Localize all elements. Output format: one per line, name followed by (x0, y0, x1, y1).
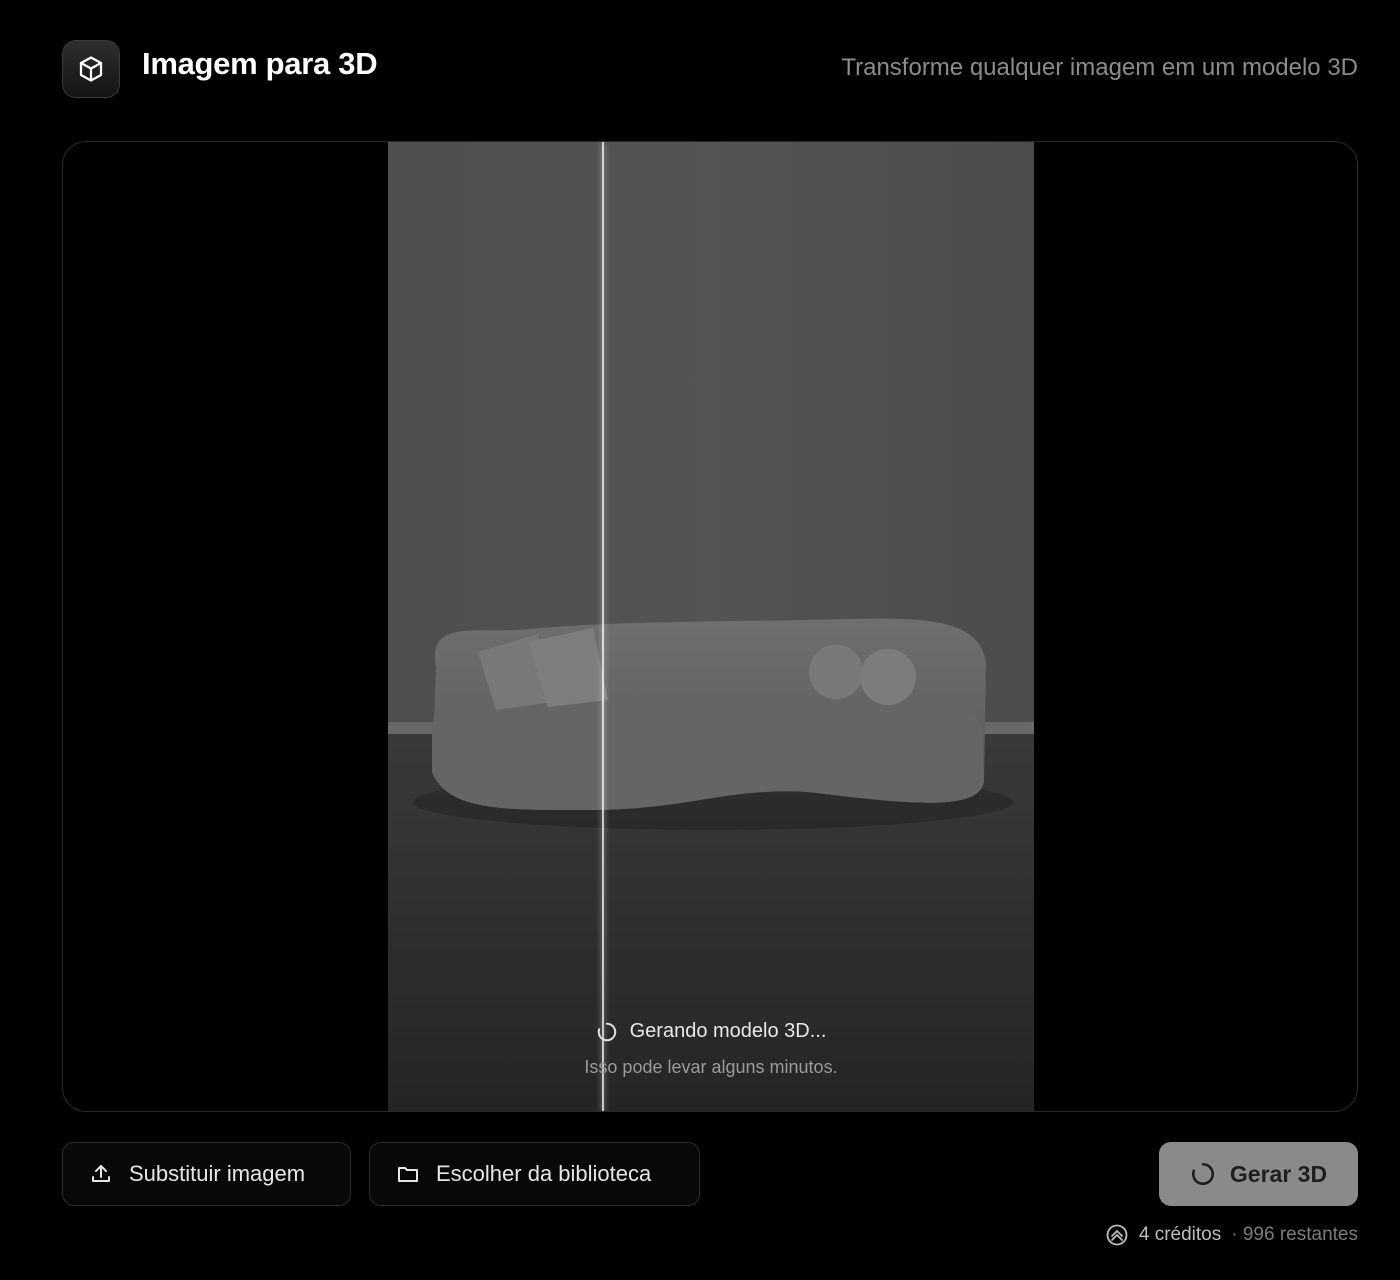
generate-3d-button[interactable]: Gerar 3D (1159, 1142, 1358, 1206)
credits-cost: 4 créditos (1138, 1224, 1222, 1245)
generation-status: Gerando modelo 3D... Isso pode levar alg… (388, 1020, 1034, 1078)
spinner-icon (597, 1022, 616, 1041)
app-logo (62, 40, 120, 98)
upload-icon (92, 1165, 110, 1182)
choose-from-library-button[interactable]: Escolher da biblioteca (369, 1142, 700, 1206)
page-title: Imagem para 3D (142, 46, 378, 81)
source-image-preview: Gerando modelo 3D... Isso pode levar alg… (388, 142, 1034, 1111)
choose-from-library-label: Escolher da biblioteca (436, 1161, 652, 1186)
status-subtitle: Isso pode levar alguns minutos. (584, 1057, 838, 1077)
image-viewer: Gerando modelo 3D... Isso pode levar alg… (62, 141, 1358, 1112)
cube-icon (79, 56, 103, 82)
credits-remaining: · 996 restantes (1231, 1224, 1358, 1245)
replace-image-label: Substituir imagem (129, 1161, 306, 1186)
replace-image-button[interactable]: Substituir imagem (62, 1142, 351, 1206)
processing-overlay (388, 142, 1034, 1111)
credits-icon (1106, 1224, 1128, 1246)
folder-icon (398, 1167, 418, 1182)
credits-info: 4 créditos · 996 restantes (1105, 1223, 1358, 1247)
scan-line (602, 142, 604, 1111)
spinner-icon (1191, 1162, 1214, 1186)
generate-3d-label: Gerar 3D (1229, 1160, 1328, 1187)
status-title: Gerando modelo 3D... (629, 1020, 827, 1042)
page-subtitle: Transforme qualquer imagem em um modelo … (841, 54, 1358, 81)
